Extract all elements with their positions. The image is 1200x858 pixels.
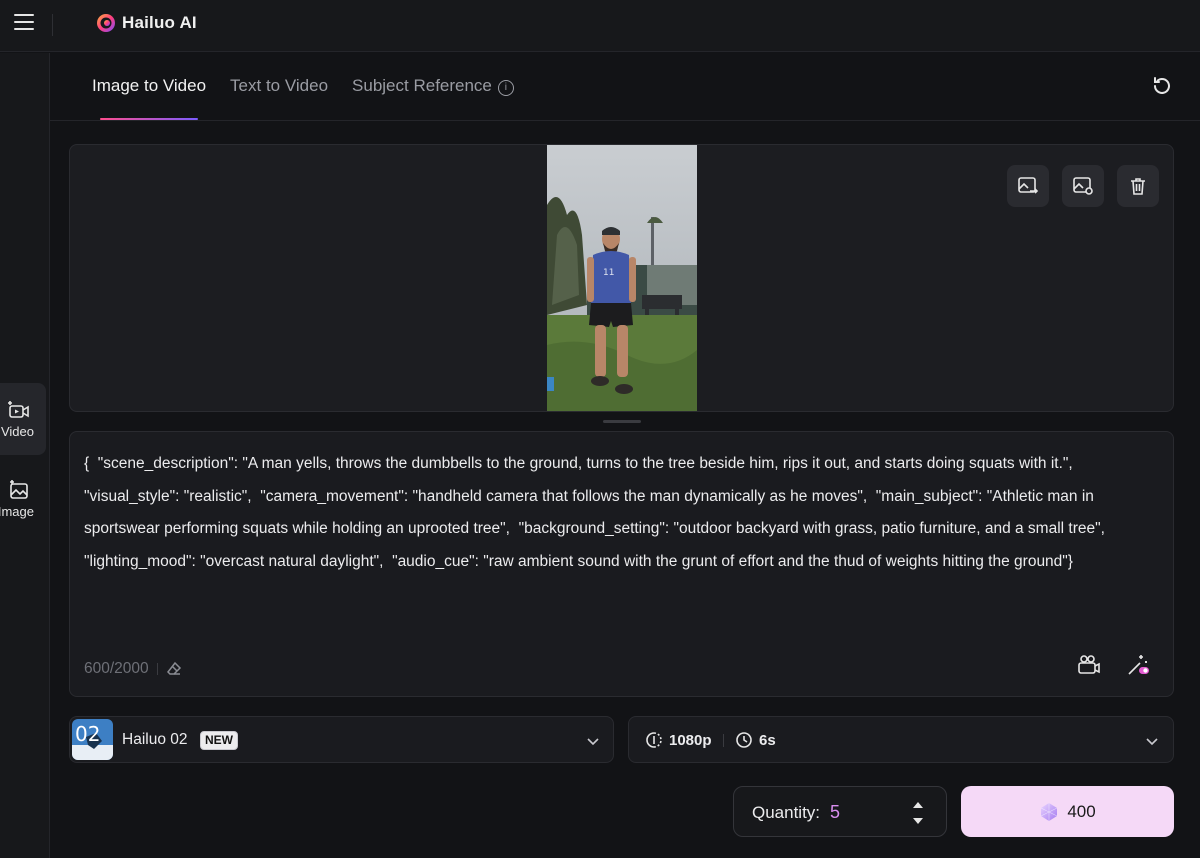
- rail-label-video: Video: [0, 423, 34, 439]
- top-bar: Hailuo AI: [0, 0, 1200, 52]
- tab-subject-reference[interactable]: Subject Reference i: [352, 76, 514, 120]
- left-rail: Video Image: [0, 53, 50, 858]
- quantity-value[interactable]: 5: [830, 802, 840, 823]
- tabs-divider: [50, 120, 1200, 121]
- clock-icon: [736, 732, 752, 748]
- chevron-down-icon: [1146, 738, 1158, 746]
- new-badge: NEW: [200, 731, 238, 750]
- quantity-decrement-button[interactable]: [910, 815, 926, 827]
- rail-item-image[interactable]: Image: [0, 463, 46, 535]
- chevron-down-icon: [587, 738, 599, 746]
- svg-text:11: 11: [603, 268, 614, 278]
- mode-tabs: Image to Video Text to Video Subject Ref…: [92, 76, 514, 120]
- char-count-value: 600/2000: [84, 660, 149, 677]
- tab-label: Text to Video: [230, 76, 329, 95]
- resolution-value: 1080p: [669, 731, 712, 749]
- eraser-icon[interactable]: [166, 661, 182, 677]
- credit-gem-icon: [1041, 802, 1058, 821]
- quantity-label: Quantity:: [752, 803, 821, 822]
- image-upload-panel[interactable]: 11: [69, 144, 1174, 412]
- brand-logo[interactable]: Hailuo AI: [96, 13, 197, 33]
- rail-label-image: Image: [0, 503, 34, 519]
- replace-image-icon: [1018, 177, 1039, 194]
- top-divider: [52, 14, 53, 36]
- prompt-panel[interactable]: { "scene_description": "A man yells, thr…: [69, 431, 1174, 697]
- quantity-stepper[interactable]: Quantity: 5: [733, 786, 947, 837]
- magic-enhance-icon[interactable]: [1125, 652, 1151, 678]
- duration-value: 6s: [759, 731, 776, 749]
- camera-movement-icon[interactable]: [1075, 652, 1101, 678]
- image-settings-icon: [1073, 177, 1093, 195]
- replace-image-button[interactable]: [1007, 165, 1049, 207]
- caret-down-icon: [913, 818, 923, 824]
- resolution-icon: [646, 732, 662, 748]
- settings-divider: [723, 734, 724, 747]
- image-sparkle-icon: [10, 479, 28, 499]
- quantity-increment-button[interactable]: [910, 799, 926, 811]
- tab-label: Image to Video: [92, 76, 207, 95]
- resolution-setting: 1080p: [645, 731, 712, 749]
- tab-image-to-video[interactable]: Image to Video: [92, 76, 206, 120]
- hailuo-logo-icon: [97, 14, 115, 32]
- duration-setting: 6s: [735, 731, 776, 749]
- tab-text-to-video[interactable]: Text to Video: [230, 76, 328, 120]
- video-settings-select[interactable]: 1080p 6s: [628, 716, 1174, 763]
- model-thumb-text: 02: [75, 722, 100, 746]
- uploaded-image-preview: 11: [547, 145, 697, 411]
- model-select[interactable]: 02 Hailuo 02 NEW: [69, 716, 614, 763]
- prompt-textarea[interactable]: { "scene_description": "A man yells, thr…: [84, 448, 1159, 578]
- info-icon[interactable]: i: [497, 80, 514, 96]
- credit-cost: 400: [1067, 801, 1096, 821]
- rail-item-video[interactable]: Video: [0, 383, 46, 455]
- reset-icon[interactable]: [1150, 74, 1174, 98]
- brand-name: Hailuo AI: [122, 13, 197, 32]
- video-sparkle-icon: [8, 400, 29, 418]
- model-thumbnail: 02: [72, 719, 113, 760]
- generate-button[interactable]: 400: [961, 786, 1174, 837]
- char-counter: 600/2000: [84, 660, 182, 678]
- delete-image-button[interactable]: [1117, 165, 1159, 207]
- tab-label: Subject Reference: [352, 76, 492, 95]
- trash-icon: [1131, 178, 1145, 195]
- resize-handle[interactable]: [603, 420, 641, 423]
- caret-up-icon: [913, 802, 923, 808]
- counter-divider: [156, 663, 158, 675]
- image-settings-button[interactable]: [1062, 165, 1104, 207]
- model-name: Hailuo 02: [122, 731, 188, 748]
- menu-icon[interactable]: [14, 14, 34, 32]
